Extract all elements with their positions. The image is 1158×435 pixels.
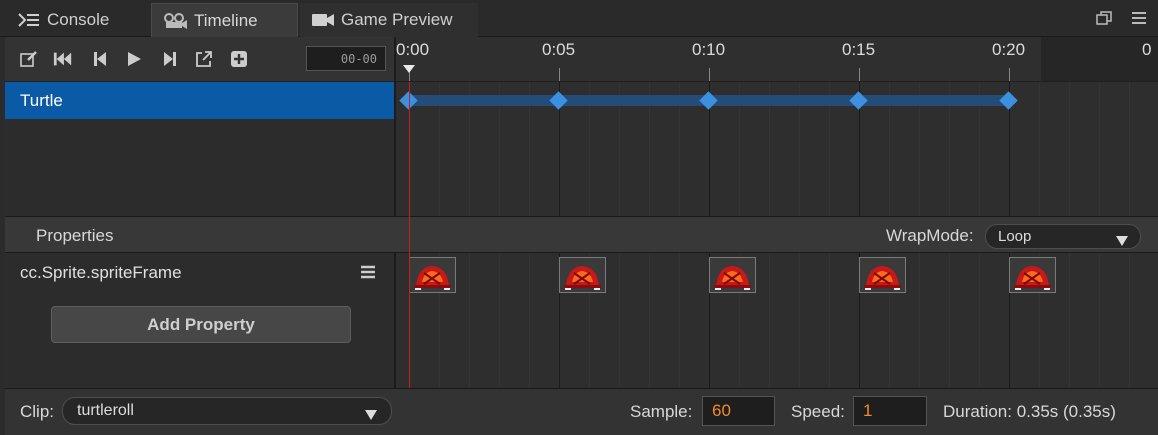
add-property-button[interactable]: Add Property bbox=[51, 306, 351, 343]
playhead-line bbox=[409, 82, 410, 388]
tab-timeline-label: Timeline bbox=[194, 10, 258, 30]
ruler-tick-label: 0:05 bbox=[542, 40, 576, 59]
dropdown-arrow-icon bbox=[1116, 233, 1128, 250]
ruler-tick-label: 0:10 bbox=[692, 40, 726, 59]
grid-line bbox=[1099, 253, 1100, 388]
grid-line bbox=[1099, 82, 1100, 216]
turtle-shell-icon bbox=[560, 266, 605, 296]
ruler-tick-mark bbox=[1009, 68, 1010, 81]
grid-line bbox=[499, 253, 500, 388]
clip-value: turtleroll bbox=[77, 402, 134, 419]
sample-label: Sample: bbox=[630, 402, 693, 421]
grid-line bbox=[469, 253, 470, 388]
next-frame-icon[interactable] bbox=[160, 48, 180, 70]
grid-line bbox=[949, 253, 950, 388]
sprite-frame-keyframe[interactable] bbox=[1009, 257, 1056, 293]
ruler-tick-mark bbox=[559, 68, 560, 81]
grid-line bbox=[1039, 82, 1040, 216]
grid-line bbox=[679, 253, 680, 388]
node-keyframe-track[interactable] bbox=[396, 82, 1158, 216]
sprite-frame-keyframe[interactable] bbox=[859, 257, 906, 293]
camera-icon bbox=[312, 13, 334, 27]
grid-line bbox=[1129, 82, 1130, 216]
tab-console-label: Console bbox=[47, 10, 110, 29]
turtle-shell-icon bbox=[860, 266, 905, 296]
ruler-tick-label: 0 bbox=[1142, 40, 1152, 59]
frame-input[interactable]: 00-00 bbox=[306, 46, 386, 71]
grid-line bbox=[799, 253, 800, 388]
add-event-icon[interactable] bbox=[194, 48, 214, 70]
grid-line bbox=[919, 253, 920, 388]
panel-divider bbox=[394, 37, 396, 216]
property-list: cc.Sprite.spriteFrame Add Property bbox=[5, 253, 395, 388]
console-icon bbox=[18, 12, 40, 28]
timeline-footer: Clip: turtleroll Sample: 60 Speed: 1 Dur… bbox=[5, 388, 1158, 435]
grid-line bbox=[979, 253, 980, 388]
ruler-tick-label: 0:00 bbox=[396, 40, 430, 59]
play-icon[interactable] bbox=[124, 48, 144, 70]
ruler-tick-mark bbox=[709, 68, 710, 81]
property-keyframe-track[interactable] bbox=[396, 253, 1158, 388]
edit-icon[interactable] bbox=[19, 48, 39, 70]
wrapmode-select[interactable]: Loop bbox=[985, 224, 1141, 249]
ruler-out-of-range bbox=[1041, 37, 1158, 81]
grid-line bbox=[529, 253, 530, 388]
grid-line bbox=[1069, 82, 1070, 216]
speed-input[interactable]: 1 bbox=[853, 396, 927, 426]
turtle-shell-icon bbox=[710, 266, 755, 296]
property-name: cc.Sprite.spriteFrame bbox=[20, 263, 182, 282]
time-ruler[interactable]: 0:00 0:05 0:10 0:15 0:20 0 bbox=[396, 37, 1158, 82]
playhead-marker-icon[interactable] bbox=[403, 61, 415, 79]
node-name: Turtle bbox=[20, 90, 63, 110]
turtle-shell-icon bbox=[410, 266, 455, 296]
node-list: Turtle bbox=[5, 82, 395, 216]
properties-title: Properties bbox=[36, 226, 114, 245]
grid-line bbox=[619, 253, 620, 388]
timeline-icon bbox=[163, 12, 187, 30]
node-row-turtle[interactable]: Turtle bbox=[5, 82, 395, 119]
grid-line bbox=[1069, 253, 1070, 388]
clip-select[interactable]: turtleroll bbox=[62, 397, 392, 425]
tab-timeline[interactable]: Timeline bbox=[151, 3, 298, 37]
jump-to-start-icon[interactable] bbox=[53, 48, 73, 70]
tab-game-preview-label: Game Preview bbox=[341, 10, 453, 29]
clip-label: Clip: bbox=[20, 402, 55, 421]
duration-text: Duration: 0.35s (0.35s) bbox=[943, 402, 1116, 421]
grid-line bbox=[769, 253, 770, 388]
speed-label: Speed: bbox=[791, 402, 845, 421]
tab-console[interactable]: Console bbox=[6, 3, 148, 37]
dropdown-arrow-icon bbox=[365, 407, 377, 425]
grid-line bbox=[829, 253, 830, 388]
timeline-toolbar: 00-00 bbox=[5, 37, 395, 82]
add-keyframe-icon[interactable] bbox=[229, 48, 249, 70]
menu-icon[interactable] bbox=[1131, 11, 1147, 30]
ruler-tick-mark bbox=[859, 68, 860, 81]
prev-frame-icon[interactable] bbox=[90, 48, 110, 70]
tab-game-preview[interactable]: Game Preview bbox=[300, 3, 478, 37]
grid-line bbox=[1129, 253, 1130, 388]
sprite-frame-keyframe[interactable] bbox=[559, 257, 606, 293]
grid-line bbox=[649, 253, 650, 388]
sprite-frame-keyframe[interactable] bbox=[709, 257, 756, 293]
sprite-frame-keyframe[interactable] bbox=[409, 257, 456, 293]
panel-divider bbox=[394, 253, 396, 388]
properties-header: Properties WrapMode: Loop bbox=[5, 216, 1158, 253]
wrapmode-label: WrapMode: bbox=[886, 226, 974, 245]
turtle-shell-icon bbox=[1010, 266, 1055, 296]
sample-input[interactable]: 60 bbox=[702, 396, 775, 426]
ruler-tick-label: 0:20 bbox=[992, 40, 1026, 59]
tab-bar: Console Timeline Game Preview bbox=[0, 0, 1158, 37]
wrapmode-value: Loop bbox=[998, 228, 1032, 245]
ruler-tick-label: 0:15 bbox=[842, 40, 876, 59]
popout-icon[interactable] bbox=[1096, 10, 1112, 31]
property-menu-icon[interactable] bbox=[360, 265, 376, 284]
